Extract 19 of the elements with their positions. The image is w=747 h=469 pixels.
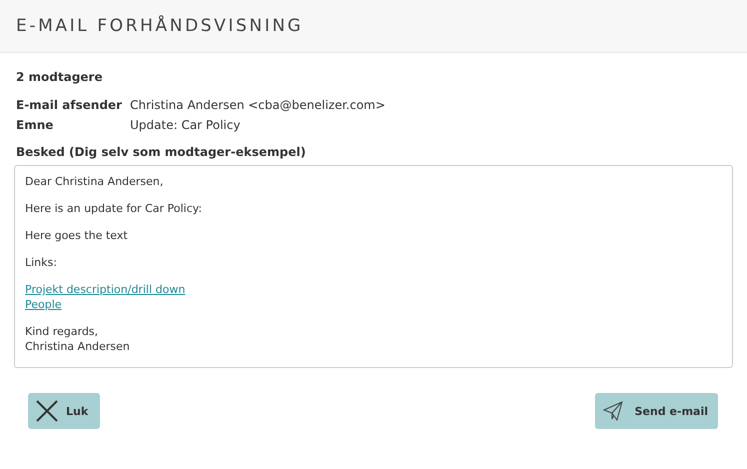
message-line: Dear Christina Andersen,: [25, 174, 164, 189]
message-link[interactable]: People: [25, 297, 62, 312]
close-icon: [36, 400, 58, 422]
field-label: Emne: [16, 118, 54, 132]
message-line: Links:: [25, 255, 57, 270]
message-label: Besked (Dig selv som modtager-eksempel): [16, 145, 307, 159]
message-line: Here is an update for Car Policy:: [25, 201, 202, 216]
paper-plane-icon: [602, 401, 623, 421]
message-line: Kind regards,: [25, 324, 98, 339]
recipient-count: 2 modtagere: [16, 70, 104, 84]
window-title: E-MAIL FORHÅNDSVISNING: [16, 16, 304, 36]
message-link[interactable]: Projekt description/drill down: [25, 282, 186, 297]
message-line: Christina Andersen: [25, 339, 130, 354]
close-button[interactable]: Luk: [28, 393, 100, 429]
message-line: Here goes the text: [25, 228, 128, 243]
send-button[interactable]: Send e-mail: [594, 393, 718, 429]
field-value: Christina Andersen <cba@benelizer.com>: [130, 98, 386, 112]
field-value: Update: Car Policy: [130, 118, 242, 132]
field-label: E-mail afsender: [16, 98, 123, 112]
